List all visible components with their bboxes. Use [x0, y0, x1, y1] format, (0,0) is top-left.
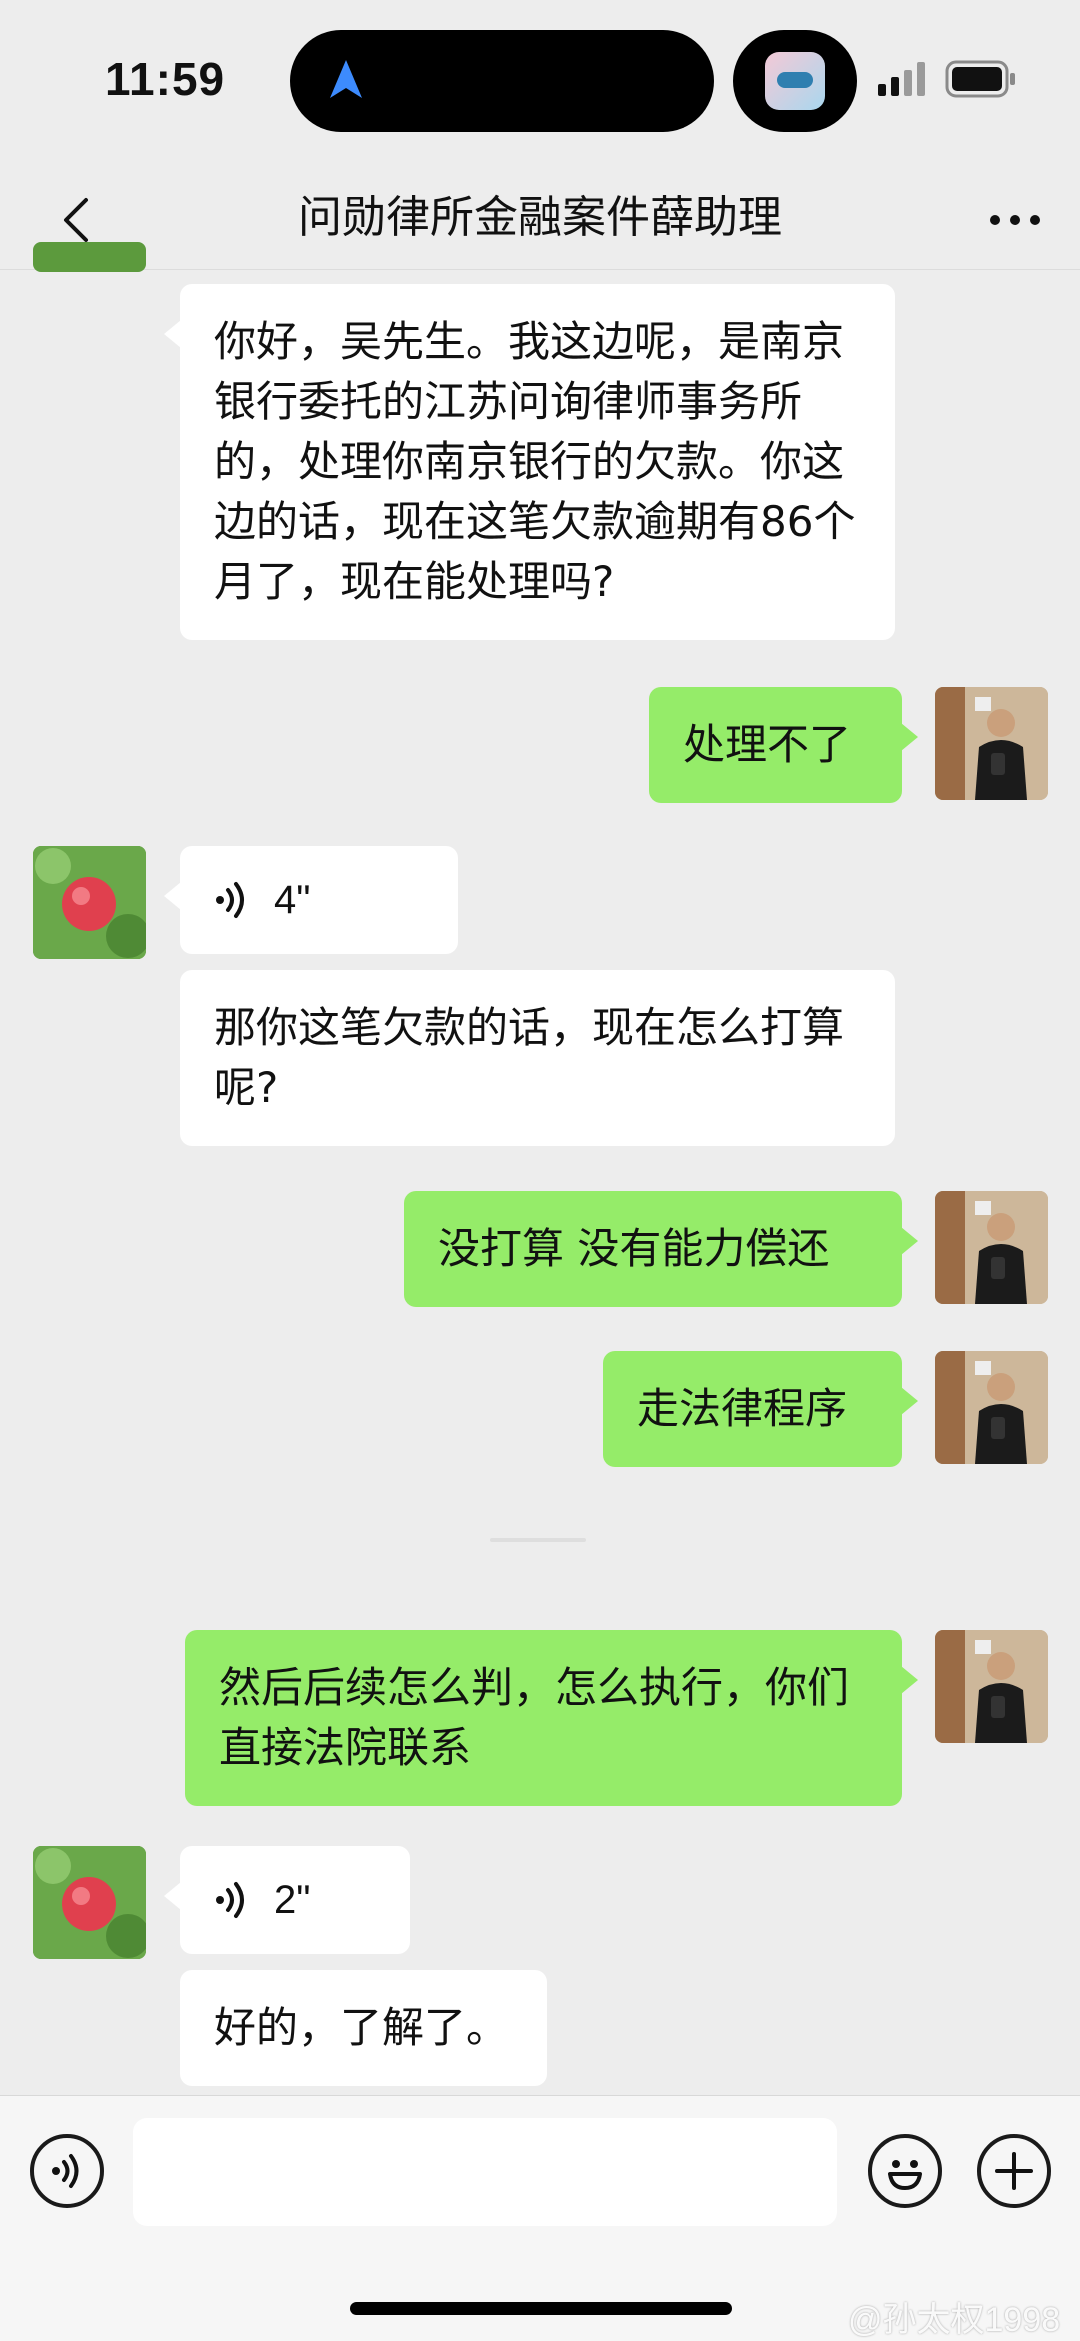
message-bubble-outgoing[interactable]: 处理不了	[649, 687, 918, 803]
message-text: 然后后续怎么判，怎么执行，你们直接法院联系	[219, 1663, 850, 1772]
home-indicator[interactable]	[350, 2302, 732, 2315]
message-bubble-incoming[interactable]: 好的，了解了。	[180, 1970, 547, 2086]
voice-toggle-button[interactable]	[30, 2134, 104, 2208]
self-avatar[interactable]	[935, 687, 1048, 800]
message-text: 你好，吴先生。我这边呢，是南京银行委托的江苏问询律师事务所的，处理你南京银行的欠…	[214, 317, 856, 606]
self-avatar-image	[935, 1630, 1048, 1743]
message-bubble-incoming[interactable]: 你好，吴先生。我这边呢，是南京银行委托的江苏问询律师事务所的，处理你南京银行的欠…	[164, 284, 895, 640]
add-button[interactable]	[977, 2134, 1051, 2208]
message-bubble-incoming[interactable]: 那你这笔欠款的话，现在怎么打算呢?	[180, 970, 895, 1146]
self-avatar-image	[935, 1351, 1048, 1464]
contact-avatar[interactable]	[33, 1846, 146, 1959]
voice-message[interactable]: 2"	[164, 1846, 410, 1954]
chat-title: 问勋律所金融案件薛助理	[298, 192, 782, 243]
divider	[490, 1538, 586, 1542]
self-avatar[interactable]	[935, 1351, 1048, 1464]
self-avatar-image	[935, 1191, 1048, 1304]
voice-duration: 4"	[274, 878, 311, 922]
plus-icon	[995, 2152, 1033, 2190]
message-text: 好的，了解了。	[214, 2003, 509, 2052]
voice-icon	[52, 2154, 79, 2188]
contact-avatar-image	[33, 846, 146, 959]
voice-duration: 2"	[274, 1878, 311, 1922]
message-text: 走法律程序	[637, 1384, 848, 1433]
live-activity[interactable]	[733, 30, 857, 132]
self-avatar[interactable]	[935, 1191, 1048, 1304]
more-button[interactable]	[980, 190, 1050, 250]
contact-avatar[interactable]	[33, 846, 146, 959]
watermark: @孙太权1998	[848, 2301, 1061, 2339]
message-bubble-outgoing[interactable]: 没打算 没有能力偿还	[404, 1191, 918, 1307]
message-text: 处理不了	[683, 720, 852, 769]
battery-icon	[945, 60, 1015, 98]
app-badge-icon	[765, 52, 825, 110]
self-avatar[interactable]	[935, 1630, 1048, 1743]
signal-icon	[878, 62, 925, 96]
more-dots-icon	[990, 215, 1040, 225]
chat-header: 问勋律所金融案件薛助理	[0, 170, 1080, 270]
navigation-arrow-icon	[330, 60, 362, 98]
contact-avatar-image	[33, 1846, 146, 1959]
emoji-button[interactable]	[868, 2134, 942, 2208]
status-time: 11:59	[105, 53, 226, 105]
emoji-icon	[888, 2160, 922, 2190]
voice-wave-icon	[216, 882, 244, 918]
contact-avatar[interactable]	[33, 242, 146, 272]
voice-wave-icon	[216, 1882, 244, 1918]
message-bubble-outgoing[interactable]: 走法律程序	[603, 1351, 918, 1467]
message-bubble-outgoing[interactable]: 然后后续怎么判，怎么执行，你们直接法院联系	[185, 1630, 918, 1806]
self-avatar-image	[935, 687, 1048, 800]
status-bar: 11:59	[0, 0, 1080, 170]
message-input[interactable]	[133, 2118, 837, 2226]
dynamic-island	[290, 30, 714, 132]
chevron-left-icon	[64, 198, 88, 242]
voice-message[interactable]: 4"	[164, 846, 458, 954]
message-text: 那你这笔欠款的话，现在怎么打算呢?	[214, 1003, 845, 1112]
message-text: 没打算 没有能力偿还	[438, 1224, 830, 1273]
